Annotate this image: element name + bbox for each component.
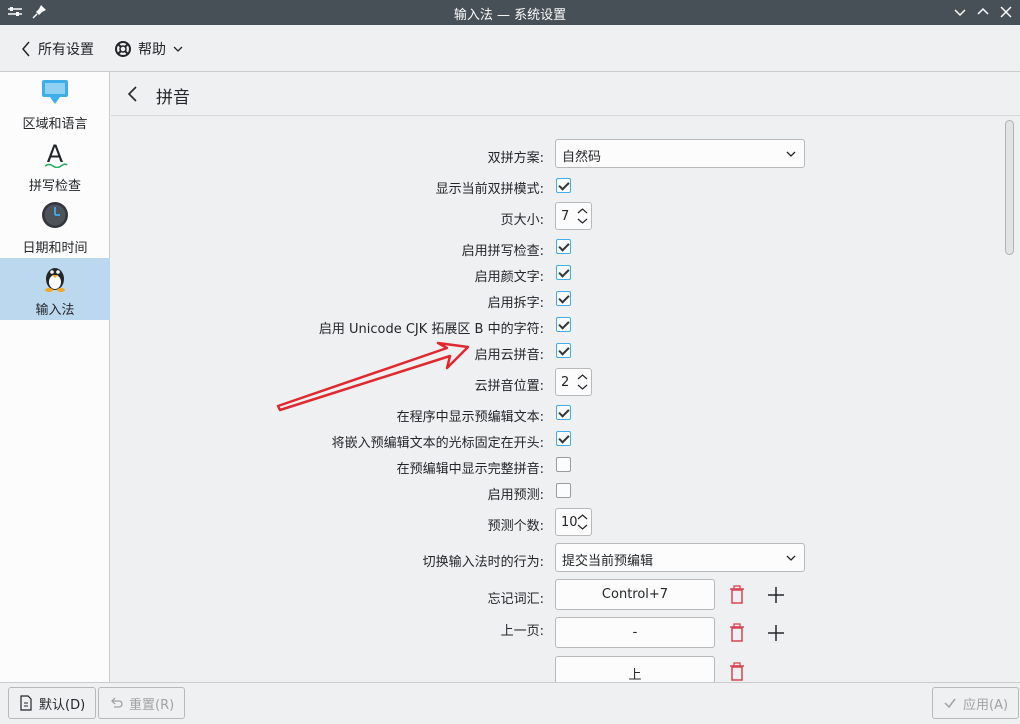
show-shuangpin-mode-label: 显示当前双拼模式: [435,182,544,197]
sidebar-item-date-time[interactable]: 日期和时间 [0,196,110,258]
prediction-count-label: 预测个数: [487,519,544,534]
show-full-pinyin-checkbox[interactable] [556,457,571,472]
reset-button[interactable]: 重置(R) [98,687,186,719]
all-settings-label: 所有设置 [38,42,94,58]
prediction-label: 启用预测: [487,488,544,503]
show-preedit-label: 在程序中显示预编辑文本: [396,410,544,425]
bottom-bar: 默认(D) 重置(R) 应用(A) [0,682,1020,724]
forget-word-label: 忘记词汇: [487,592,544,607]
window-title: 输入法 — 系统设置 [453,8,567,23]
toolbar: 所有设置 帮助 [0,25,1020,72]
apply-button[interactable]: 应用(A) [932,687,1020,719]
switch-behavior-label: 切换输入法时的行为: [422,555,544,570]
plus-icon[interactable] [767,586,785,604]
document-icon [20,695,32,711]
chaizi-label: 启用拆字: [487,296,544,311]
back-icon[interactable] [125,83,141,105]
spin-arrows-icon[interactable] [577,206,588,226]
help-label: 帮助 [138,42,166,58]
prev-page-label: 上一页: [500,624,544,639]
chevron-down-icon [173,46,183,52]
sidebar: 区域和语言 A 拼写检查 日期和时间 输入法 [0,72,110,682]
trash-icon[interactable] [728,585,746,605]
shuangpin-scheme-value: 自然码 [562,150,602,165]
content-header: 拼音 [111,72,1020,116]
sidebar-item-label: 区域和语言 [22,117,88,132]
cloud-position-value: 2 [561,375,570,390]
chevron-down-icon [786,555,796,561]
spin-arrows-icon[interactable] [577,512,588,532]
sidebar-item-label: 日期和时间 [22,241,88,256]
show-preedit-checkbox[interactable] [556,405,571,420]
check-icon [944,698,956,709]
cjk-ext-b-checkbox[interactable] [556,317,571,332]
shuangpin-scheme-select[interactable]: 自然码 [555,139,805,168]
show-shuangpin-mode-checkbox[interactable] [556,178,571,193]
trash-icon[interactable] [728,662,746,682]
cloud-position-label: 云拼音位置: [474,379,544,394]
sidebar-item-label: 输入法 [35,303,75,318]
plus-icon[interactable] [767,624,785,642]
apply-label: 应用(A) [963,697,1009,713]
emoticons-checkbox[interactable] [556,265,571,280]
defaults-label: 默认(D) [39,697,86,713]
chevron-down-icon [786,151,796,157]
reset-label: 重置(R) [129,697,175,713]
forget-word-key-button[interactable]: Control+7 [555,579,715,610]
close-icon[interactable] [997,3,1015,21]
prediction-checkbox[interactable] [556,483,571,498]
shuangpin-scheme-label: 双拼方案: [487,151,544,166]
prev-page-key-button[interactable]: 上 [555,656,715,682]
switch-behavior-select[interactable]: 提交当前预编辑 [555,543,805,572]
page-size-label: 页大小: [500,213,544,228]
prev-page-key-button[interactable]: - [555,617,715,648]
lifebuoy-icon [115,41,131,57]
pinyin-settings-form: 双拼方案: 自然码 显示当前双拼模式: 页大小: 7 启用拼写检查: 启用颜文字… [111,117,999,682]
spell-check-checkbox[interactable] [556,239,571,254]
all-settings-button[interactable]: 所有设置 [20,37,94,61]
maximize-icon[interactable] [974,3,992,21]
chaizi-checkbox[interactable] [556,291,571,306]
prediction-count-spinbox[interactable]: 10 [555,508,592,536]
vertical-scrollbar[interactable] [999,117,1020,682]
sidebar-item-input-method[interactable]: 输入法 [0,258,110,320]
cloud-pinyin-checkbox[interactable] [556,343,571,358]
chevron-left-icon [22,41,30,57]
defaults-button[interactable]: 默认(D) [8,687,97,719]
cjk-ext-b-label: 启用 Unicode CJK 拓展区 B 中的字符: [318,322,544,337]
sidebar-item-region-language[interactable]: 区域和语言 [0,72,110,134]
scrollbar-thumb[interactable] [1005,120,1014,255]
spin-arrows-icon[interactable] [577,372,588,392]
penguin-icon [45,268,65,292]
page-title: 拼音 [156,88,190,108]
title-bar: 输入法 — 系统设置 [0,0,1020,25]
show-full-pinyin-label: 在预编辑中显示完整拼音: [396,462,544,477]
spell-check-label: 启用拼写检查: [461,244,544,259]
undo-icon [111,697,123,708]
help-button[interactable]: 帮助 [114,37,184,61]
page-size-spinbox[interactable]: 7 [555,202,592,230]
cursor-at-start-checkbox[interactable] [556,431,571,446]
sidebar-item-spellcheck[interactable]: A 拼写检查 [0,134,110,196]
cloud-position-spinbox[interactable]: 2 [555,368,592,396]
minimize-icon[interactable] [951,3,969,21]
prediction-count-value: 10 [561,515,578,530]
sidebar-item-label: 拼写检查 [28,179,81,194]
cloud-pinyin-label: 启用云拼音: [474,348,544,363]
chat-bubble-icon [42,80,68,104]
clock-icon [42,202,68,228]
emoticons-label: 启用颜文字: [474,270,544,285]
page-size-value: 7 [561,209,570,224]
letter-a-icon: A [44,140,68,168]
switch-behavior-value: 提交当前预编辑 [562,554,654,569]
trash-icon[interactable] [728,623,746,643]
cursor-at-start-label: 将嵌入预编辑文本的光标固定在开头: [331,436,544,451]
